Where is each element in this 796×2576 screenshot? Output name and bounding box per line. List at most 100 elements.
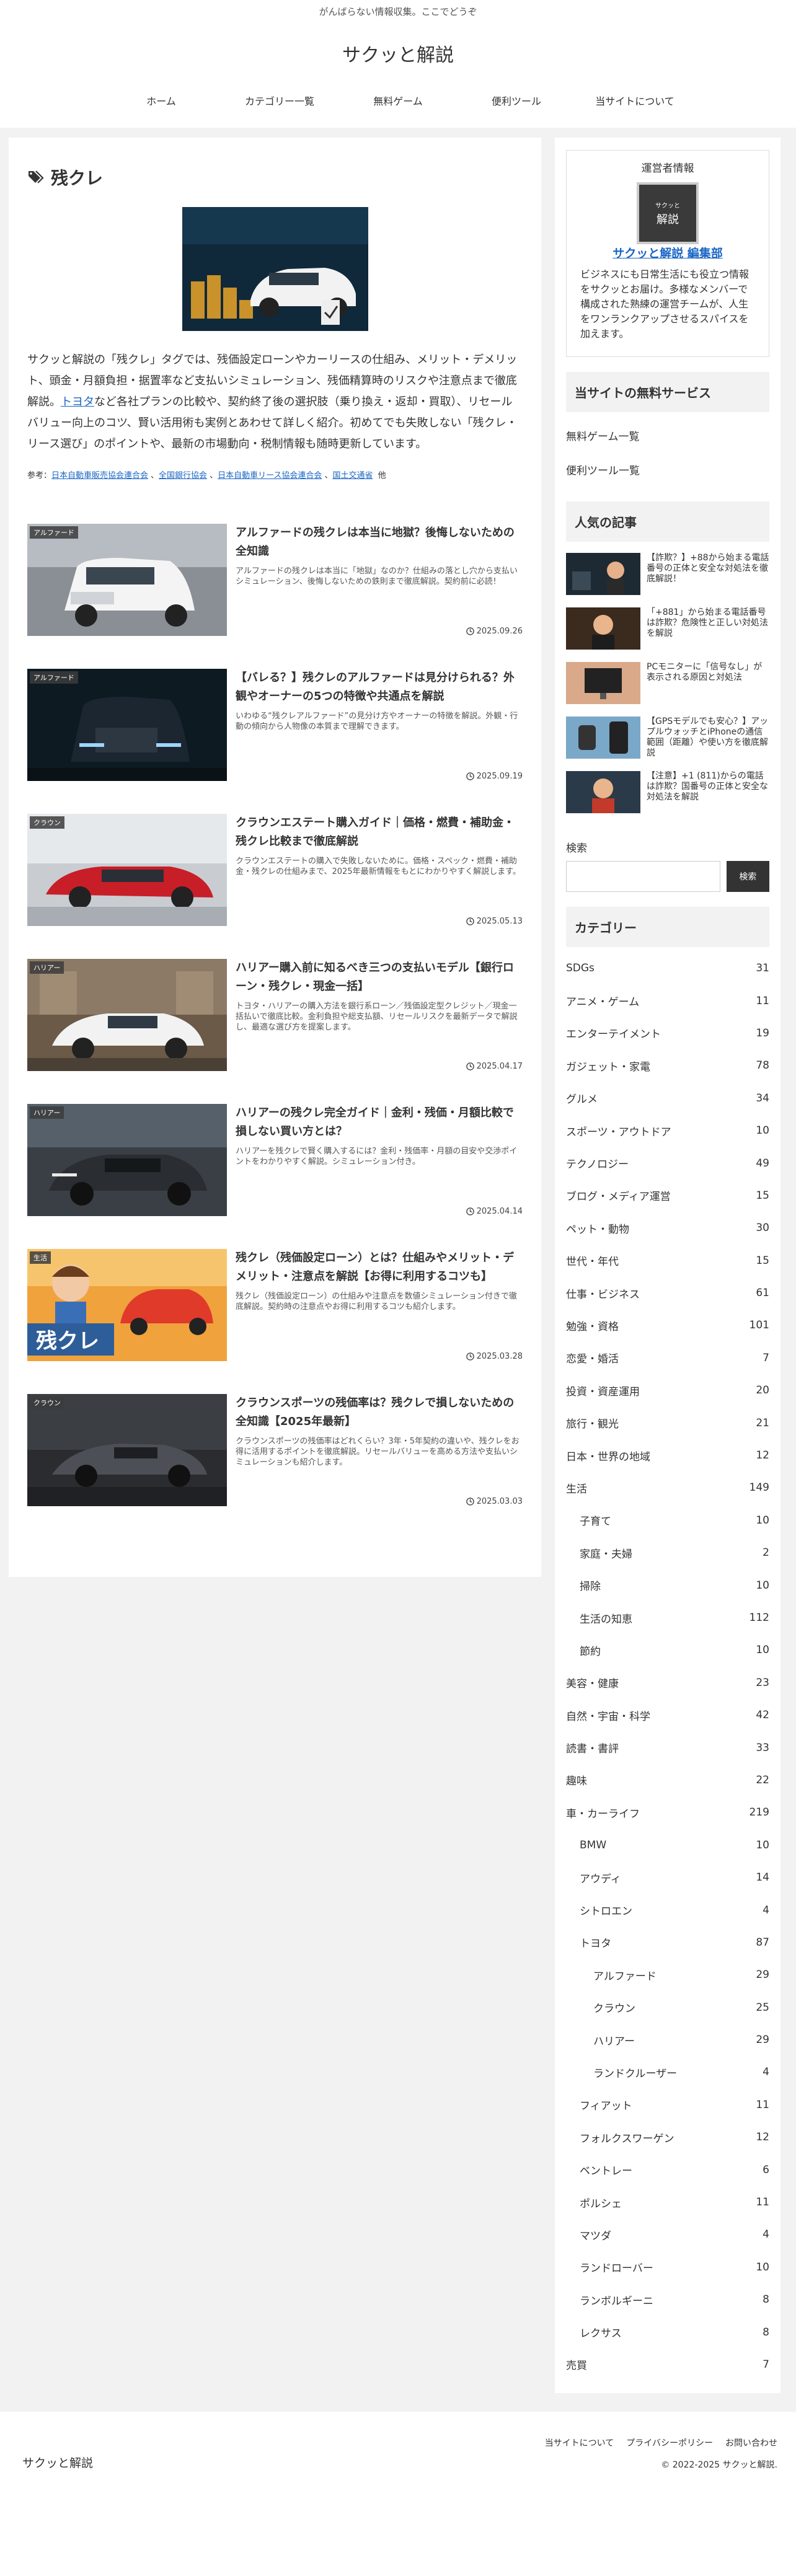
article-card[interactable]: アルファード 【バレる？】残クレのアルファードは見分けられる？外観やオーナーの5… [27,669,523,814]
category-item[interactable]: 生活 149 [566,1471,769,1504]
article-card[interactable]: アルファード アルファードの残クレは本当に地獄？後悔しないための全知識 アルファ… [27,524,523,669]
article-date-text: 2025.03.28 [476,1352,523,1361]
popular-item[interactable]: 【詐欺？】+88から始まる電話番号の正体と安全な対処法を徹底解説！ [566,553,769,596]
category-item[interactable]: 美容・健康 23 [566,1667,769,1699]
category-item[interactable]: スポーツ・アウトドア 10 [566,1114,769,1147]
category-item[interactable]: エンターテイメント 19 [566,1017,769,1049]
category-item[interactable]: ブログ・メディア運営 15 [566,1180,769,1212]
category-item[interactable]: テクノロジー 49 [566,1147,769,1179]
category-item-name: 自然・宇宙・科学 [566,1710,650,1723]
category-item[interactable]: シトロエン 4 [566,1894,769,1926]
footer-logo[interactable]: サクッと解説 [22,2454,93,2471]
category-item[interactable]: 仕事・ビジネス 61 [566,1277,769,1309]
popular-item[interactable]: 【GPSモデルでも安心？】アップルウォッチとiPhoneの通信範囲（距離）や使い… [566,717,769,760]
category-item-name: ランドクルーザー [593,2067,678,2080]
article-card[interactable]: クラウン クラウンエステート購入ガイド｜価格・燃費・補助金・残クレ比較まで徹底解… [27,814,523,959]
popular-item[interactable]: 【注意】+1 (811)からの電話は詐欺？国番号の正体と安全な対処法を解説 [566,771,769,814]
popular-item-title: PCモニターに「信号なし」が表示される原因と対処法 [647,662,763,682]
category-item[interactable]: 自然・宇宙・科学 42 [566,1699,769,1731]
article-card[interactable]: 残クレ 生活 残クレ（残価設定ローン）とは？仕組みやメリット・デメリット・注意点… [27,1249,523,1394]
author-name-link[interactable]: サクッと解説 編集部 [612,247,723,260]
category-item[interactable]: SDGs 31 [566,952,769,984]
popular-thumbnail [566,771,640,813]
category-item[interactable]: 子育て 10 [566,1504,769,1537]
category-item[interactable]: 恋愛・婚活 7 [566,1342,769,1374]
site-logo[interactable]: サクッと解説 [0,40,796,67]
category-item[interactable]: 旅行・観光 21 [566,1406,769,1439]
category-item[interactable]: グルメ 34 [566,1082,769,1114]
footer-link-privacy[interactable]: プライバシーポリシー [626,2437,713,2449]
category-item[interactable]: 世代・年代 15 [566,1245,769,1277]
category-item[interactable]: ガジェット・家電 78 [566,1049,769,1082]
category-item-name: 掃除 [580,1581,601,1594]
category-item[interactable]: レクサス 8 [566,2316,769,2348]
archive-eyecatch-image [182,207,368,331]
article-title: ハリアーの残クレ完全ガイド｜金利・残価・月額比較で損しない買い方とは？ [236,1106,514,1138]
footer-link-about[interactable]: 当サイトについて [545,2437,614,2449]
nav-item-about[interactable]: 当サイトについて [576,93,694,108]
category-item[interactable]: ベントレー 6 [566,2153,769,2186]
category-item[interactable]: フォルクスワーゲン 12 [566,2121,769,2153]
nav-item-home[interactable]: ホーム [102,93,221,108]
category-item-name: 恋愛・婚活 [566,1353,619,1366]
copyright: © 2022-2025 サクッと解説. [661,2460,777,2471]
category-item[interactable]: アニメ・ゲーム 11 [566,984,769,1017]
category-item[interactable]: クラウン 25 [566,1992,769,2024]
category-item[interactable]: 日本・世界の地域 12 [566,1439,769,1471]
refs-suffix: 他 [378,471,386,480]
category-item[interactable]: 生活の知恵 112 [566,1602,769,1634]
category-item[interactable]: ポルシェ 11 [566,2186,769,2218]
category-item[interactable]: ランボルギーニ 8 [566,2283,769,2316]
category-item[interactable]: アウディ 14 [566,1861,769,1894]
popular-item[interactable]: PCモニターに「信号なし」が表示される原因と対処法 [566,662,769,705]
category-item[interactable]: BMW 10 [566,1829,769,1861]
category-item[interactable]: 車・カーライフ 219 [566,1796,769,1828]
category-item[interactable]: ハリアー 29 [566,2024,769,2056]
category-item[interactable]: 家庭・夫婦 2 [566,1537,769,1569]
category-item[interactable]: 投資・資産運用 20 [566,1374,769,1406]
free-games-link[interactable]: 無料ゲーム一覧 [566,418,769,452]
category-item[interactable]: ランドクルーザー 4 [566,2056,769,2088]
category-item[interactable]: ランドローバー 10 [566,2251,769,2283]
popular-item-title: 【詐欺？】+88から始まる電話番号の正体と安全な対処法を徹底解説！ [647,553,769,584]
category-item[interactable]: フィアット 11 [566,2089,769,2121]
category-item[interactable]: 読書・書評 33 [566,1731,769,1763]
article-card[interactable]: ハリアー ハリアーの残クレ完全ガイド｜金利・残価・月額比較で損しない買い方とは？… [27,1104,523,1249]
category-item[interactable]: トヨタ 87 [566,1926,769,1959]
popular-item[interactable]: 「+881」から始まる電話番号は詐欺？危険性と正しい対処法を解説 [566,607,769,651]
footer-links: 当サイトについて プライバシーポリシー お問い合わせ [545,2437,777,2449]
article-card[interactable]: クラウン クラウンスポーツの残価率は？残クレで損しないための全知識【2025年最… [27,1394,523,1539]
ref-link[interactable]: 全国銀行協会 [159,471,207,480]
article-title: クラウンエステート購入ガイド｜価格・燃費・補助金・残クレ比較まで徹底解説 [236,816,515,848]
ref-link[interactable]: 国土交通省 [332,471,373,480]
category-item[interactable]: 売買 7 [566,2349,769,2381]
nav-item-free-games[interactable]: 無料ゲーム [339,93,458,108]
category-item[interactable]: 勉強・資格 101 [566,1309,769,1341]
category-item[interactable]: アルファード 29 [566,1959,769,1991]
category-item[interactable]: 節約 10 [566,1634,769,1666]
category-item-name: ハリアー [593,2035,635,2048]
article-date: 2025.04.17 [466,1062,523,1071]
svg-text:残クレ: 残クレ [36,1329,99,1354]
toyota-link[interactable]: トヨタ [61,395,94,408]
search-input[interactable] [566,861,720,892]
article-thumbnail-image [27,814,227,926]
category-item[interactable]: マツダ 4 [566,2218,769,2251]
category-item-count: 30 [756,1222,769,1235]
category-item[interactable]: 掃除 10 [566,1569,769,1601]
article-thumbnail-image: 残クレ [27,1249,227,1361]
category-item[interactable]: ペット・動物 30 [566,1212,769,1244]
category-item-name: トヨタ [580,1938,611,1951]
category-item[interactable]: 趣味 22 [566,1764,769,1796]
category-label: ハリアー [30,1106,64,1119]
ref-link[interactable]: 日本自動車リース協会連合会 [218,471,322,480]
article-card[interactable]: ハリアー ハリアー購入前に知るべき三つの支払いモデル【銀行ローン・残クレ・現金一… [27,959,523,1104]
nav-item-tools[interactable]: 便利ツール [458,93,576,108]
category-item-count: 4 [763,1903,769,1917]
tools-link[interactable]: 便利ツール一覧 [566,452,769,487]
search-button[interactable]: 検索 [726,861,769,892]
category-item-count: 22 [756,1773,769,1786]
nav-item-categories[interactable]: カテゴリー一覧 [221,93,339,108]
footer-link-contact[interactable]: お問い合わせ [725,2437,777,2449]
ref-link[interactable]: 日本自動車販売協会連合会 [51,471,148,480]
